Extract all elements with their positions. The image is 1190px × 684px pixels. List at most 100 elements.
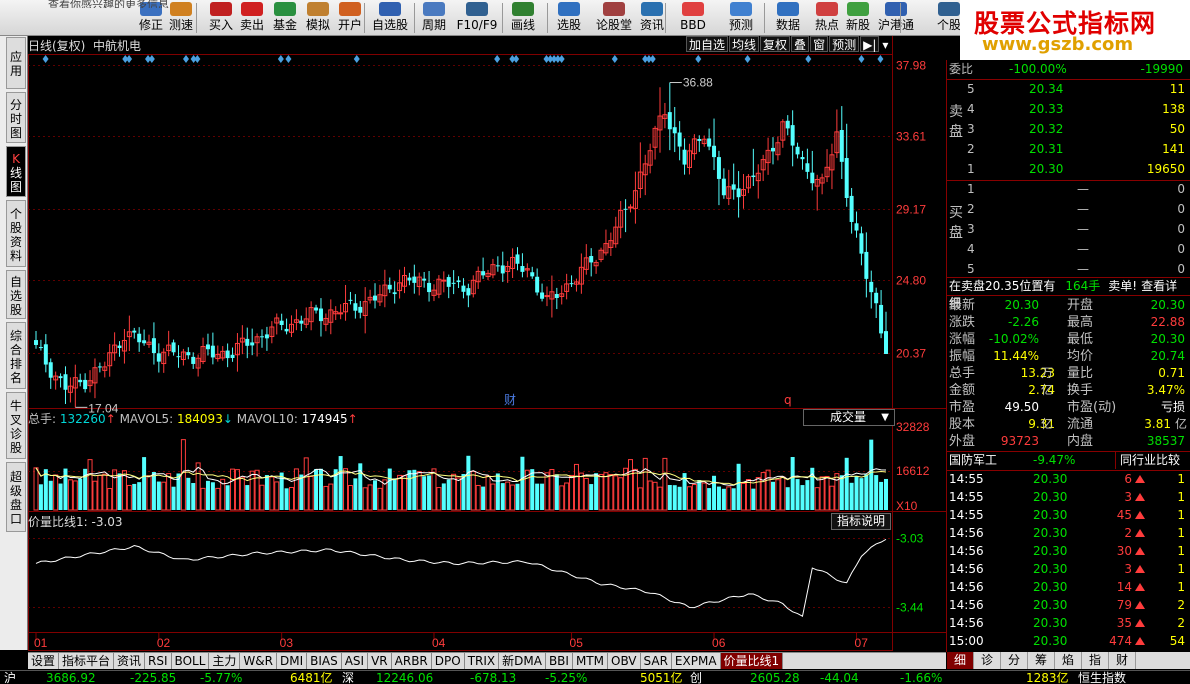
indicator-tab-11[interactable]: VR — [368, 653, 392, 669]
indicator-tab-10[interactable]: ASI — [342, 653, 369, 669]
indicator-help-button[interactable]: 指标说明 — [831, 513, 891, 530]
indicator-tab-12[interactable]: ARBR — [392, 653, 432, 669]
detail-tab-6[interactable]: 指 — [1082, 652, 1109, 669]
toolbar-button-18[interactable]: 热点 — [811, 0, 843, 35]
left-tab-8[interactable]: 超级盘口 — [6, 462, 26, 532]
indicator-tab-21[interactable]: 价量比线1 — [720, 653, 784, 669]
left-tab-6[interactable]: 综合排名 — [6, 322, 26, 389]
detail-tab-5[interactable]: 焰 — [1055, 652, 1082, 669]
indicator-tab-6[interactable]: 主力 — [209, 653, 241, 669]
indicator-tab-7[interactable]: W&R — [240, 653, 277, 669]
toolbar-button-6[interactable]: 模拟 — [303, 0, 333, 35]
volume-bar — [205, 480, 210, 510]
toolbar-button-8[interactable]: 自选股 — [370, 0, 410, 35]
ask-row[interactable]: 4 20.33 138 — [967, 101, 1187, 118]
quote-label: 总手 — [949, 366, 976, 381]
indicator-tab-15[interactable]: 新DMA — [499, 653, 546, 669]
ask-volume: 50 — [1169, 122, 1185, 136]
indicator-tab-20[interactable]: EXPMA — [672, 653, 721, 669]
kline-chart[interactable]: 37.9833.6129.1724.8020.3736.8817.04财 q328… — [28, 36, 946, 652]
volume-bar — [412, 469, 417, 510]
ask-row[interactable]: 1 20.30 19650 — [967, 161, 1187, 178]
industry-name[interactable]: 国防军工 — [949, 453, 997, 467]
volume-bar — [137, 482, 142, 510]
bid-row[interactable]: 2 — 0 — [967, 201, 1187, 218]
ask-row[interactable]: 2 20.31 141 — [967, 141, 1187, 158]
indicator-tab-19[interactable]: SAR — [641, 653, 672, 669]
candle-body — [48, 362, 53, 378]
left-tab-3[interactable]: K线图 — [6, 146, 26, 197]
indicator-tab-14[interactable]: TRIX — [465, 653, 500, 669]
left-tab-4[interactable]: 个股资料 — [6, 200, 26, 267]
up-arrow-icon — [1135, 511, 1145, 519]
toolbar-button-4[interactable]: 卖出 — [237, 0, 267, 35]
bid-row[interactable]: 3 — 0 — [967, 221, 1187, 238]
indicator-tab-1[interactable]: 设置 — [28, 653, 60, 669]
indicator-tab-9[interactable]: BIAS — [307, 653, 342, 669]
toolbar-button-13[interactable]: 论股堂 — [594, 0, 634, 35]
bid-row[interactable]: 1 — 0 — [967, 181, 1187, 198]
ask-row[interactable]: 5 20.34 11 — [967, 81, 1187, 98]
indicator-tab-16[interactable]: BBI — [546, 653, 573, 669]
quote-label: 股本 — [949, 417, 976, 432]
indicator-tab-8[interactable]: DMI — [277, 653, 308, 669]
tick-count: 54 — [1169, 634, 1185, 648]
volume-bar — [234, 469, 240, 511]
volume-bar — [67, 479, 73, 511]
toolbar-separator — [547, 3, 548, 33]
ask-level: 2 — [967, 142, 975, 156]
candle-body — [461, 285, 466, 292]
left-tab-label: 超级盘口 — [9, 470, 22, 526]
indicator-tab-5[interactable]: BOLL — [172, 653, 210, 669]
toolbar-button-10[interactable]: F10/F9 — [455, 0, 499, 35]
indicator-tab-3[interactable]: 资讯 — [114, 653, 146, 669]
toolbar-button-16[interactable]: 预测 — [723, 0, 759, 35]
toolbar-button-3[interactable]: 买入 — [205, 0, 237, 35]
detail-tab-1[interactable]: 细 — [947, 652, 974, 669]
up-arrow-icon: ↑ — [347, 412, 358, 426]
volume-bar — [874, 475, 879, 510]
indicator-tab-2[interactable]: 指标平台 — [59, 653, 115, 669]
bid-row[interactable]: 4 — 0 — [967, 241, 1187, 258]
big-order-notice[interactable]: 在卖盘20.35位置有 164手 卖单! 查看详细 — [949, 278, 1189, 310]
bid-row[interactable]: 5 — 0 — [967, 261, 1187, 278]
ask-row[interactable]: 3 20.32 50 — [967, 121, 1187, 138]
bid-price: — — [1077, 202, 1089, 216]
top-notice[interactable]: 查看你感兴趣的更多信息 — [48, 0, 198, 8]
toolbar-button-11[interactable]: 画线 — [507, 0, 539, 35]
toolbar-button-17[interactable]: 数据 — [771, 0, 805, 35]
detail-tab-3[interactable]: 分 — [1001, 652, 1028, 669]
toolbar-button-12[interactable]: 选股 — [553, 0, 585, 35]
indicator-tab-13[interactable]: DPO — [432, 653, 465, 669]
status-item[interactable]: 恒生指数 — [1078, 671, 1126, 684]
toolbar-button-14[interactable]: 资讯 — [636, 0, 668, 35]
indicator-tab-17[interactable]: MTM — [573, 653, 608, 669]
tick-volume: 3 — [1124, 489, 1145, 506]
candle-body — [628, 206, 634, 209]
toolbar-button-7[interactable]: 开户 — [334, 0, 366, 35]
signal-diamond-icon — [805, 55, 812, 63]
left-tab-1[interactable]: 应用 — [6, 37, 26, 89]
indicator-tab-4[interactable]: RSI — [145, 653, 172, 669]
month-label: 05 — [570, 636, 584, 650]
volume-bar — [392, 478, 397, 510]
left-tab-2[interactable]: 分时图 — [6, 92, 26, 143]
ask-level: 5 — [967, 82, 975, 96]
tick-time: 15:00 — [949, 634, 984, 648]
left-tab-7[interactable]: 牛叉诊股 — [6, 392, 26, 459]
f10-icon — [466, 2, 488, 16]
indicator-tab-18[interactable]: OBV — [608, 653, 641, 669]
toolbar-button-9[interactable]: 周期 — [419, 0, 449, 35]
toolbar-button-15[interactable]: BBD — [675, 0, 711, 35]
detail-tab-2[interactable]: 诊 — [974, 652, 1001, 669]
candle-body — [284, 328, 289, 332]
toolbar-button-20[interactable]: 沪港通 — [877, 0, 915, 35]
toolbar-button-19[interactable]: 新股 — [843, 0, 873, 35]
volume-bar — [716, 486, 721, 510]
volume-indicator-select[interactable]: 成交量 ▼ — [803, 409, 895, 426]
industry-compare-button[interactable]: 同行业比较 — [1115, 452, 1180, 469]
left-tab-5[interactable]: 自选股 — [6, 270, 26, 319]
toolbar-button-5[interactable]: 基金 — [269, 0, 301, 35]
detail-tab-7[interactable]: 财 — [1109, 652, 1136, 669]
detail-tab-4[interactable]: 筹 — [1028, 652, 1055, 669]
